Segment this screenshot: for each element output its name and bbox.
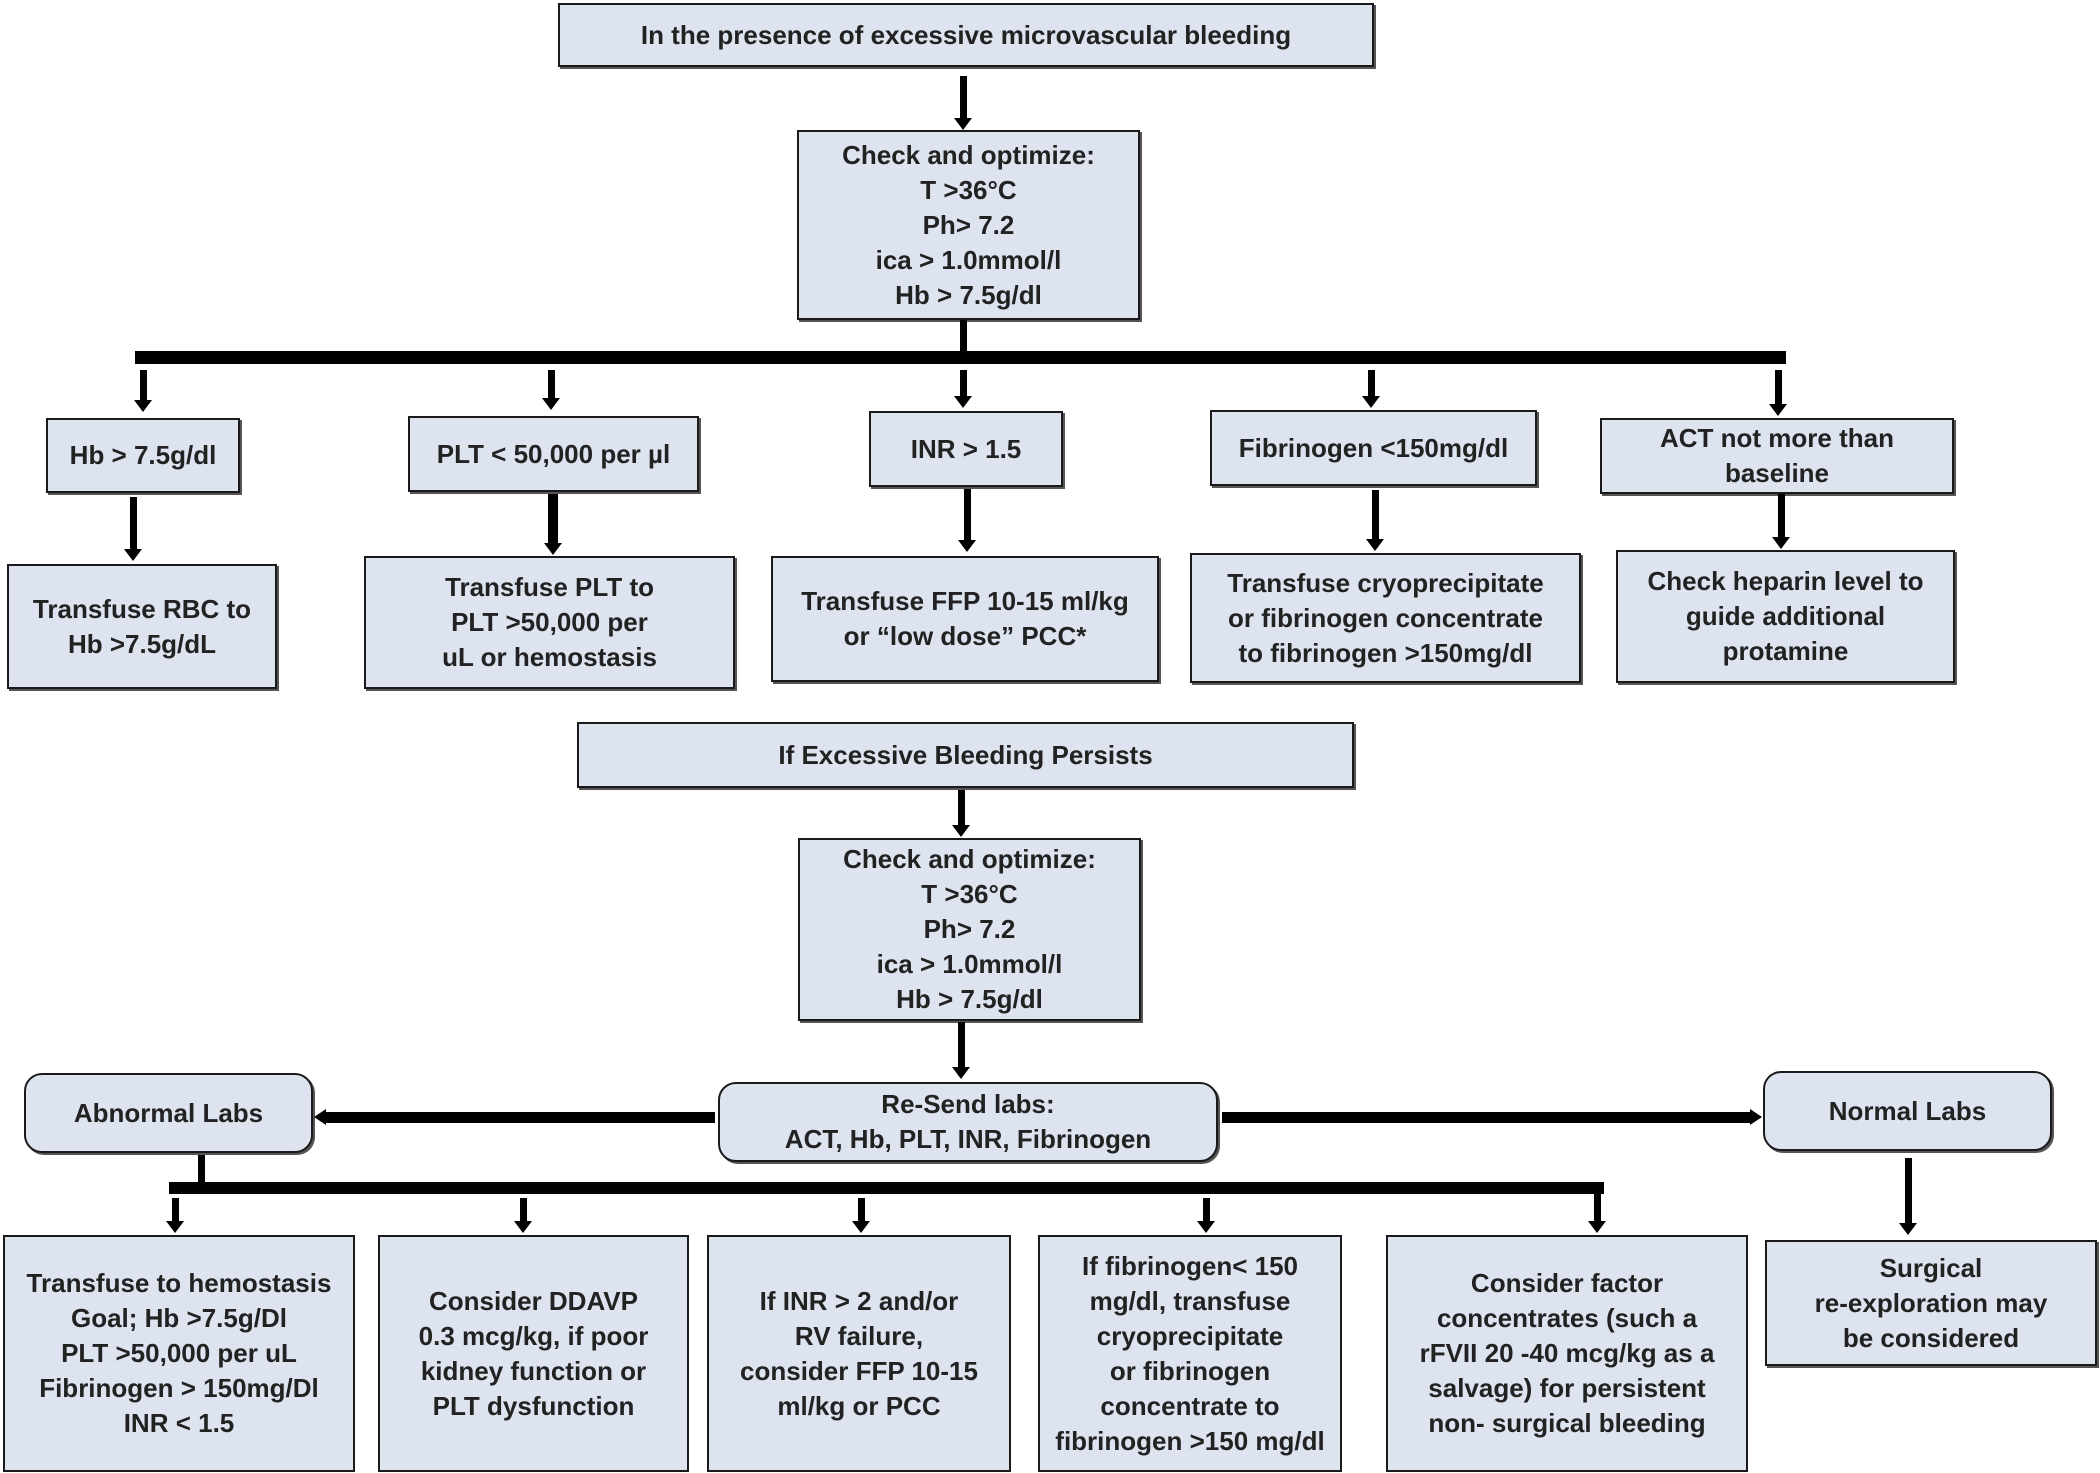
arrow-normal-to-surgical [1905, 1158, 1912, 1224]
arrowhead [852, 1221, 870, 1233]
arrow-to-fib [1368, 370, 1375, 396]
action-transfuse-hemostasis: Transfuse to hemostasis Goal; Hb >7.5g/D… [3, 1235, 355, 1472]
arrow-to-transfuse-hemostasis [172, 1198, 179, 1222]
arrowhead [514, 1221, 532, 1233]
arrowhead [952, 825, 970, 837]
arrow-to-plt [548, 370, 555, 398]
resend-labs-box: Re-Send labs: ACT, Hb, PLT, INR, Fibrino… [718, 1082, 1218, 1162]
persists-box: If Excessive Bleeding Persists [577, 722, 1354, 788]
arrowhead [1769, 404, 1787, 416]
arrowhead [134, 400, 152, 412]
arrow-resend-to-abnormal [325, 1112, 715, 1123]
arrowhead [1197, 1221, 1215, 1233]
branch-bar-1 [135, 351, 1786, 364]
arrowhead [544, 543, 562, 555]
action-transfuse-cryo: Transfuse cryoprecipitate or fibrinogen … [1190, 553, 1581, 683]
action-transfuse-ffp: Transfuse FFP 10-15 ml/kg or “low dose” … [771, 556, 1159, 682]
arrowhead [958, 540, 976, 552]
normal-labs-box: Normal Labs [1763, 1071, 2052, 1151]
action-transfuse-plt: Transfuse PLT to PLT >50,000 per uL or h… [364, 556, 735, 689]
arrowhead [1588, 1221, 1606, 1233]
start-box: In the presence of excessive microvascul… [558, 3, 1374, 67]
action-check-heparin: Check heparin level to guide additional … [1616, 550, 1955, 683]
action-ddavp: Consider DDAVP 0.3 mcg/kg, if poor kidne… [378, 1235, 689, 1472]
arrow-to-inr [960, 370, 967, 396]
action-surgical-reexploration: Surgical re-exploration may be considere… [1765, 1240, 2097, 1366]
action-fibrinogen-cryo: If fibrinogen< 150 mg/dl, transfuse cryo… [1038, 1235, 1342, 1472]
arrow-to-inr-ffp [858, 1198, 865, 1222]
arrowhead [124, 549, 142, 561]
arrow-hb-to-rbc [130, 497, 137, 550]
condition-act: ACT not more than baseline [1600, 418, 1954, 494]
arrow-to-hb [140, 370, 147, 400]
abnormal-labs-box: Abnormal Labs [24, 1073, 313, 1153]
arrowhead [1899, 1223, 1917, 1235]
arrow-fib-to-cryo [1372, 490, 1379, 540]
arrow-start-to-check [960, 76, 967, 120]
condition-inr: INR > 1.5 [869, 411, 1063, 487]
arrow-inr-to-ffp [964, 489, 971, 541]
arrowhead [952, 1067, 970, 1079]
arrowhead [1772, 537, 1790, 549]
arrowhead [1366, 539, 1384, 551]
arrowhead [1750, 1109, 1762, 1125]
condition-hb: Hb > 7.5g/dl [46, 418, 240, 493]
arrow-to-fibrinogen [1203, 1198, 1210, 1222]
check-optimize-box-1: Check and optimize: T >36°C Ph> 7.2 ica … [797, 130, 1140, 320]
arrow-to-act [1775, 370, 1782, 404]
condition-plt: PLT < 50,000 per µl [408, 416, 699, 492]
arrow-persists-to-check [958, 790, 965, 826]
condition-fibrinogen: Fibrinogen <150mg/dl [1210, 410, 1537, 486]
arrow-abnormal-to-bar [198, 1155, 205, 1185]
arrow-to-ddavp [520, 1198, 527, 1222]
arrowhead [954, 396, 972, 408]
action-factor-concentrates: Consider factor concentrates (such a rFV… [1386, 1235, 1748, 1472]
arrowhead [1362, 396, 1380, 408]
arrowhead [542, 398, 560, 410]
arrowhead [314, 1109, 326, 1125]
arrowhead [954, 118, 972, 130]
arrow-to-factor [1594, 1194, 1601, 1222]
action-transfuse-rbc: Transfuse RBC to Hb >7.5g/dL [7, 564, 277, 689]
arrow-check-to-resend [958, 1022, 965, 1068]
check-optimize-box-2: Check and optimize: T >36°C Ph> 7.2 ica … [798, 838, 1141, 1021]
arrowhead [166, 1221, 184, 1233]
branch-bar-2 [169, 1182, 1604, 1194]
arrow-check-to-bar [960, 320, 967, 354]
arrow-act-to-heparin [1778, 494, 1785, 538]
action-inr-ffp: If INR > 2 and/or RV failure, consider F… [707, 1235, 1011, 1472]
arrow-plt-to-transfuse [548, 494, 558, 544]
arrow-resend-to-normal [1222, 1112, 1750, 1123]
